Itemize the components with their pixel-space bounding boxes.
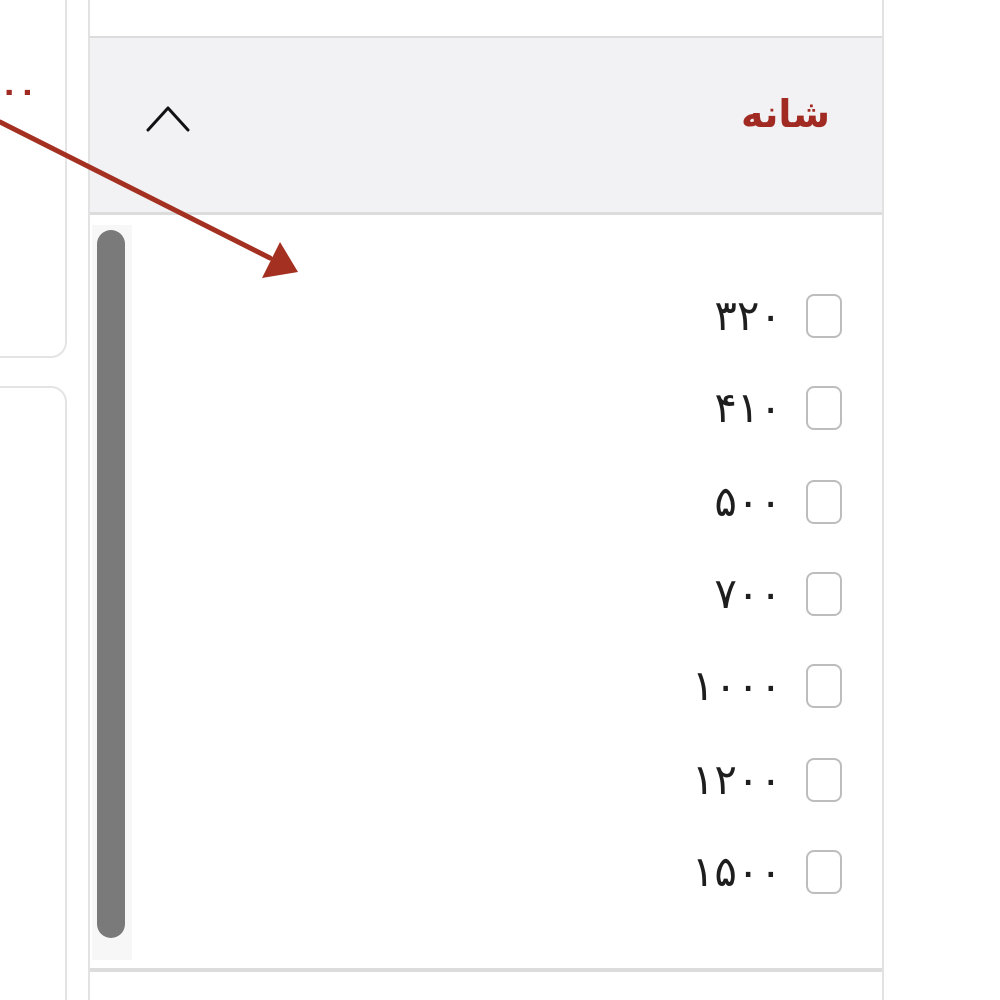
filter-option-label: ۷۰۰ (714, 569, 782, 618)
product-price-partial: ۰۰ (0, 74, 37, 109)
product-card-partial-lower[interactable] (0, 386, 67, 1000)
page: ۰۰ شانه ۳۲۰ ۴۱۰ ۵۰۰ ۷۰۰ ۱۰۰۰ ۱۲۰۰ ۱۵۰۰ (0, 0, 1000, 1000)
filter-option-label: ۴۱۰ (714, 383, 782, 432)
filter-option[interactable]: ۷۰۰ (482, 568, 842, 620)
filter-option[interactable]: ۵۰۰ (482, 476, 842, 528)
filter-option-label: ۳۲۰ (714, 291, 782, 340)
filter-option-label: ۵۰۰ (714, 477, 782, 526)
filter-option-checkbox[interactable] (806, 758, 842, 802)
filter-option-checkbox[interactable] (806, 294, 842, 338)
filter-option[interactable]: ۱۲۰۰ (482, 754, 842, 806)
product-card-partial[interactable] (0, 0, 67, 358)
filter-option-label: ۱۲۰۰ (691, 755, 782, 804)
filter-option[interactable]: ۱۰۰۰ (482, 660, 842, 712)
filter-option-label: ۱۰۰۰ (691, 661, 782, 710)
filter-title: شانه (741, 92, 830, 136)
filter-header[interactable]: شانه (90, 38, 882, 215)
filter-option[interactable]: ۱۵۰۰ (482, 846, 842, 898)
filter-option-checkbox[interactable] (806, 386, 842, 430)
filter-panel: شانه ۳۲۰ ۴۱۰ ۵۰۰ ۷۰۰ ۱۰۰۰ ۱۲۰۰ ۱۵۰۰ (88, 0, 884, 1000)
filter-option[interactable]: ۴۱۰ (482, 382, 842, 434)
filter-option-checkbox[interactable] (806, 480, 842, 524)
filter-option-checkbox[interactable] (806, 572, 842, 616)
chevron-up-icon[interactable] (146, 102, 190, 132)
filter-option-checkbox[interactable] (806, 664, 842, 708)
scrollbar-thumb[interactable] (97, 230, 125, 938)
filter-option-checkbox[interactable] (806, 850, 842, 894)
filter-option[interactable]: ۳۲۰ (482, 290, 842, 342)
divider (90, 968, 882, 972)
filter-option-label: ۱۵۰۰ (691, 847, 782, 896)
